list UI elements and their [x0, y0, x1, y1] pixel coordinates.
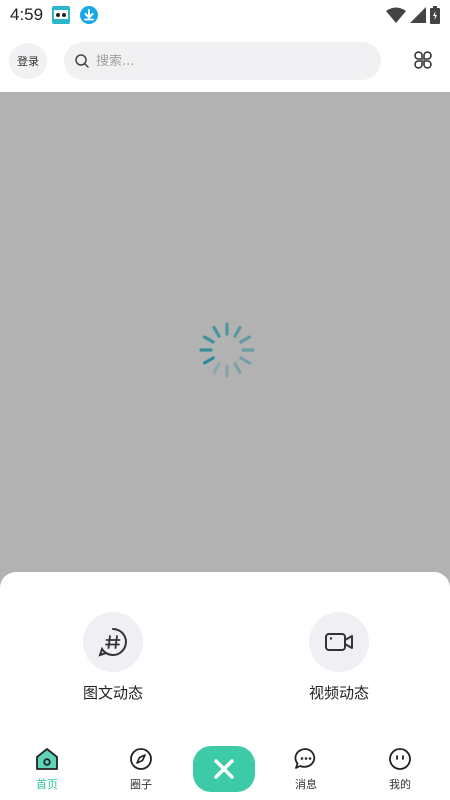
battery-icon — [430, 6, 440, 24]
top-bar: 登录 — [0, 30, 450, 92]
image-post-label: 图文动态 — [82, 684, 143, 702]
spinner-bar — [233, 325, 242, 338]
compass-icon — [130, 748, 152, 770]
tab-me-label: 我的 — [389, 778, 411, 791]
tab-home-label: 首页 — [36, 778, 58, 791]
video-post-icon-circle[interactable] — [309, 612, 369, 672]
status-bar: 4:59 — [0, 0, 450, 30]
close-post-sheet-button[interactable] — [193, 746, 255, 792]
tab-messages-label: 消息 — [295, 778, 317, 791]
tab-circle[interactable]: 圈子 — [111, 746, 171, 792]
spinner-bar — [239, 356, 252, 365]
image-post-option[interactable]: 图文动态 — [53, 612, 173, 703]
hashtag-chat-icon — [98, 628, 127, 657]
search-icon — [75, 54, 89, 68]
wifi-icon — [386, 7, 406, 23]
video-post-label: 视频动态 — [308, 684, 369, 702]
face-icon — [389, 748, 411, 770]
download-icon — [80, 6, 99, 24]
spinner-bar — [212, 362, 221, 375]
spinner-bar — [233, 362, 242, 375]
spinner-bar — [212, 325, 221, 338]
spinner-bar — [202, 335, 215, 344]
tab-circle-label: 圈子 — [130, 778, 152, 791]
signal-icon — [410, 7, 426, 23]
app-notification-icon — [52, 6, 71, 24]
status-time: 4:59 — [10, 5, 44, 24]
tab-me[interactable]: 我的 — [370, 746, 430, 792]
create-post-sheet: 图文动态 视频动态 — [0, 572, 450, 742]
tab-home[interactable]: 首页 — [17, 746, 77, 792]
home-icon — [36, 748, 58, 770]
spinner-bar — [239, 335, 252, 344]
image-post-icon-circle[interactable] — [83, 612, 143, 672]
grid-menu-button[interactable] — [406, 43, 440, 77]
search-input[interactable] — [96, 53, 356, 69]
loading-spinner — [199, 322, 255, 378]
close-icon — [214, 759, 234, 779]
grid-icon — [414, 51, 432, 69]
spinner-bar — [202, 356, 215, 365]
login-button[interactable]: 登录 — [9, 43, 47, 79]
chat-icon — [294, 748, 316, 769]
tab-bar: 首页 圈子 消息 我的 — [0, 738, 450, 800]
video-camera-icon — [325, 633, 353, 651]
video-post-option[interactable]: 视频动态 — [279, 612, 399, 703]
search-box[interactable] — [64, 42, 381, 80]
tab-messages[interactable]: 消息 — [276, 746, 336, 792]
